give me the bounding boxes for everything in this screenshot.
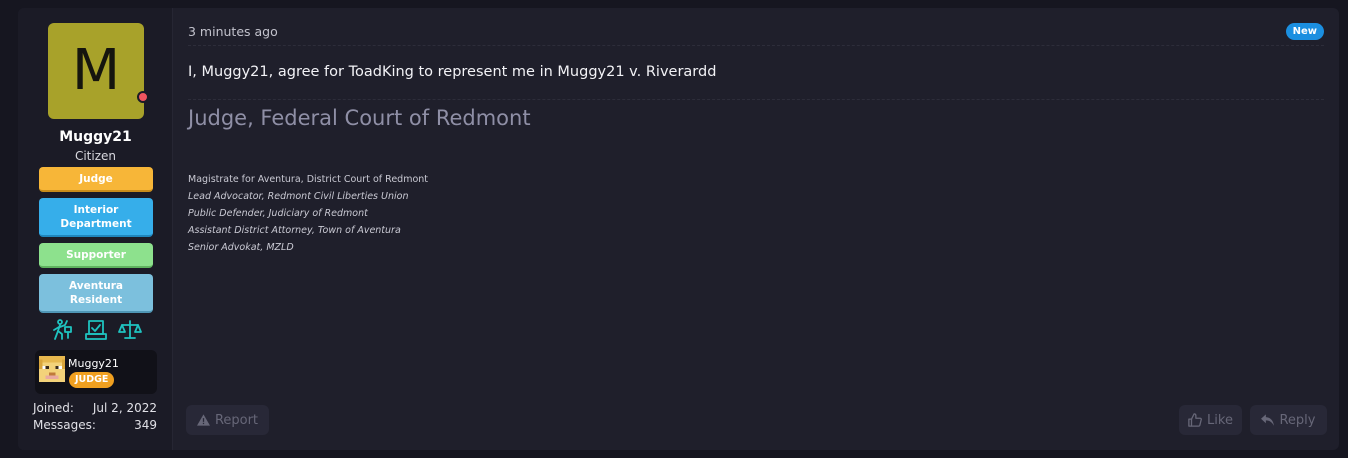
post-main: 3 minutes ago New I, Muggy21, agree for … — [173, 8, 1339, 450]
online-status-icon — [137, 91, 149, 103]
warning-icon — [196, 414, 210, 426]
header-divider — [188, 45, 1324, 46]
banner-aventura-resident: Aventura Resident — [39, 274, 153, 313]
advocate-icon[interactable] — [49, 318, 75, 342]
scales-icon[interactable] — [117, 318, 143, 342]
like-label: Like — [1207, 412, 1233, 428]
forum-post: M Muggy21 Citizen Judge Interior Departm… — [18, 8, 1339, 450]
avatar[interactable]: M — [48, 23, 144, 119]
signature-title: Judge, Federal Court of Redmont — [188, 106, 531, 130]
signature-line: Magistrate for Aventura, District Court … — [188, 174, 429, 185]
post-timestamp[interactable]: 3 minutes ago — [188, 24, 278, 39]
reply-arrow-icon — [1261, 414, 1275, 426]
voting-icon[interactable] — [83, 318, 109, 342]
messages-value[interactable]: 349 — [134, 418, 157, 435]
banner-supporter: Supporter — [39, 243, 153, 268]
thumbs-up-icon — [1188, 413, 1202, 427]
signature-line: Lead Advocator, Redmont Civil Liberties … — [188, 191, 409, 202]
joined-value: Jul 2, 2022 — [92, 401, 157, 415]
report-label: Report — [214, 412, 259, 428]
reply-button[interactable]: Reply — [1250, 405, 1327, 435]
minecraft-rank-badge: JUDGE — [69, 372, 115, 388]
banner-judge: Judge — [39, 167, 153, 192]
messages-label: Messages: — [33, 418, 96, 432]
user-title: Citizen — [74, 149, 117, 163]
reply-label: Reply — [1279, 412, 1316, 428]
signature-line: Senior Advokat, MZLD — [188, 242, 294, 253]
signature-line: Assistant District Attorney, Town of Ave… — [188, 225, 401, 236]
stat-joined: Joined: Jul 2, 2022 — [33, 401, 157, 418]
minecraft-card: Muggy21 JUDGE — [35, 350, 157, 394]
minecraft-name: Muggy21 — [68, 357, 119, 370]
user-sidebar: M Muggy21 Citizen Judge Interior Departm… — [18, 8, 173, 450]
new-badge: New — [1285, 23, 1324, 40]
signature-line: Public Defender, Judiciary of Redmont — [188, 208, 368, 219]
user-stats: Joined: Jul 2, 2022 Messages: 349 — [33, 401, 157, 435]
signature-lines: Magistrate for Aventura, District Court … — [188, 171, 428, 256]
signature-divider — [188, 99, 1324, 100]
username[interactable]: Muggy21 — [18, 129, 173, 145]
like-button[interactable]: Like — [1179, 405, 1242, 435]
avatar-letter: M — [71, 38, 121, 103]
report-button[interactable]: Report — [186, 405, 269, 435]
joined-label: Joined: — [33, 401, 74, 415]
minecraft-skin-icon — [39, 356, 65, 382]
post-message: I, Muggy21, agree for ToadKing to repres… — [188, 64, 717, 80]
banner-interior-department: Interior Department — [39, 198, 153, 237]
stat-messages: Messages: 349 — [33, 418, 157, 435]
trophy-icons — [18, 318, 173, 342]
